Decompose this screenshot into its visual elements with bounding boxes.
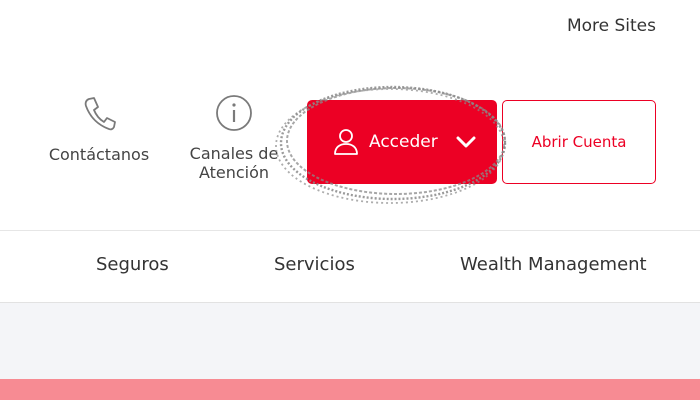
login-label: Acceder	[369, 132, 438, 152]
phone-icon	[84, 97, 116, 131]
user-icon	[334, 129, 358, 155]
chevron-down-icon	[456, 136, 476, 148]
content-band	[0, 303, 700, 379]
contact-label: Contáctanos	[48, 145, 150, 164]
contact-link[interactable]: Contáctanos	[40, 93, 158, 164]
promo-band	[0, 379, 700, 400]
service-channels-link[interactable]: Canales de Atención	[182, 93, 286, 182]
header-divider	[0, 230, 700, 231]
service-channels-label: Canales de Atención	[189, 144, 279, 182]
nav-item-wealth-management[interactable]: Wealth Management	[460, 254, 647, 275]
nav-item-seguros[interactable]: Seguros	[96, 254, 169, 275]
open-account-button[interactable]: Abrir Cuenta	[502, 100, 656, 184]
open-account-label: Abrir Cuenta	[531, 133, 627, 151]
info-icon	[216, 95, 252, 131]
more-sites-link[interactable]: More Sites	[567, 16, 656, 36]
login-button[interactable]: Acceder	[307, 100, 497, 184]
nav-item-servicios[interactable]: Servicios	[274, 254, 355, 275]
